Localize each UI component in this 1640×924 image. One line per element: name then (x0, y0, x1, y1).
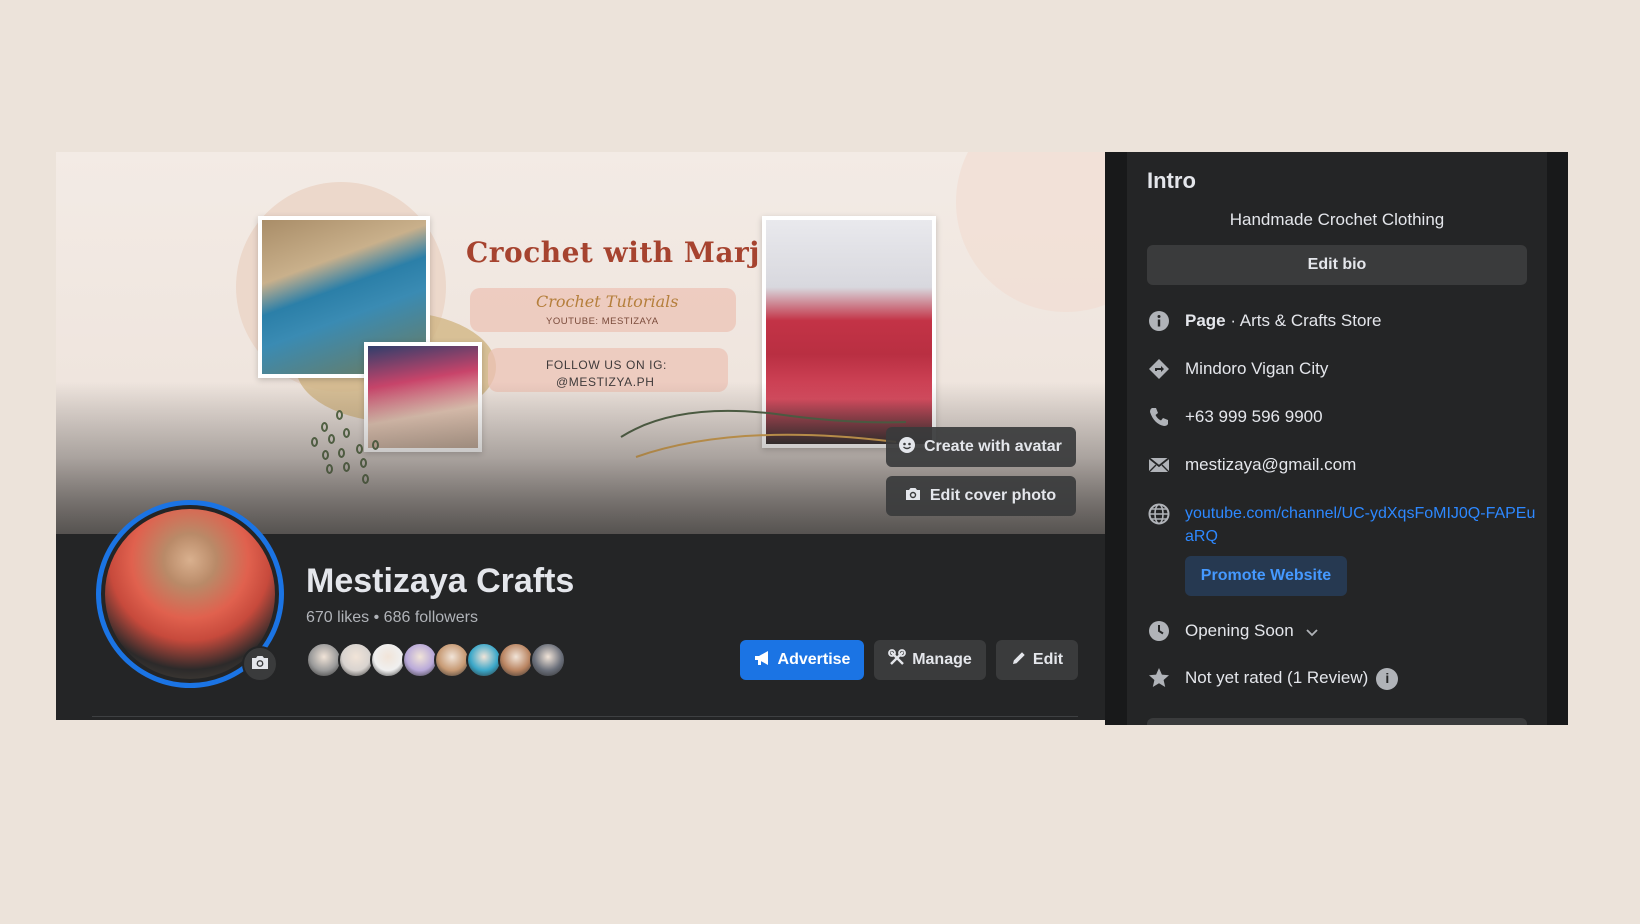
globe-icon (1147, 502, 1171, 526)
manage-button[interactable]: Manage (874, 640, 986, 680)
follower-avatar[interactable] (338, 642, 374, 678)
intro-panel: Intro Handmade Crochet Clothing Edit bio… (1105, 152, 1568, 725)
category-text: · Arts & Crafts Store (1225, 311, 1382, 330)
page-title: Mestizaya Crafts (306, 562, 575, 600)
follower-avatars[interactable] (306, 642, 566, 678)
likes-count[interactable]: 670 likes (306, 609, 369, 626)
clock-icon (1147, 619, 1171, 643)
intro-email-row: mestizaya@gmail.com (1147, 453, 1537, 477)
location-text[interactable]: Mindoro Vigan City (1185, 357, 1328, 380)
intro-card: Intro Handmade Crochet Clothing Edit bio… (1127, 152, 1547, 725)
intro-title: Intro (1147, 168, 1196, 193)
cover-ig-line: FOLLOW US ON IG: (546, 358, 667, 372)
edit-page-button[interactable]: Edit (996, 640, 1078, 680)
megaphone-icon (754, 650, 772, 671)
follower-avatar[interactable] (530, 642, 566, 678)
create-with-avatar-button[interactable]: Create with avatar (886, 427, 1076, 467)
info-icon (1147, 309, 1171, 333)
page-profile-header: Crochet with Marj Crochet Tutorials YOUT… (56, 152, 1105, 720)
camera-icon (250, 653, 270, 676)
category-prefix: Page (1185, 311, 1226, 330)
edit-label: Edit (1032, 651, 1064, 668)
tools-icon (888, 648, 907, 672)
hours-text: Opening Soon (1185, 621, 1294, 640)
cover-decoration (956, 152, 1105, 312)
avatar-icon (898, 436, 916, 459)
follower-avatar[interactable] (370, 642, 406, 678)
intro-hours-row[interactable]: Opening Soon (1147, 619, 1537, 643)
intro-bio: Handmade Crochet Clothing (1229, 210, 1445, 229)
promote-website-button[interactable]: Promote Website (1185, 556, 1347, 596)
manage-label: Manage (912, 651, 972, 668)
follower-avatar[interactable] (466, 642, 502, 678)
camera-icon (904, 486, 922, 507)
advertise-button[interactable]: Advertise (740, 640, 864, 680)
edit-bio-button[interactable]: Edit bio (1147, 245, 1527, 285)
advertise-label: Advertise (777, 651, 851, 668)
follower-avatar[interactable] (402, 642, 438, 678)
cover-subtitle: Crochet Tutorials (536, 292, 679, 311)
intro-rating-row: Not yet rated (1 Review) i (1147, 666, 1537, 690)
follower-avatar[interactable] (498, 642, 534, 678)
cover-title: Crochet with Marj (466, 236, 760, 269)
intro-category-row: Page · Arts & Crafts Store (1147, 309, 1537, 333)
page-stats: 670 likes • 686 followers (306, 609, 478, 627)
update-profile-picture-button[interactable] (242, 646, 278, 682)
rating-info-icon[interactable]: i (1376, 667, 1399, 690)
phone-icon (1147, 405, 1171, 429)
edit-cover-photo-button[interactable]: Edit cover photo (886, 476, 1076, 516)
star-icon (1147, 666, 1171, 690)
intro-next-section (1147, 718, 1527, 725)
phone-text[interactable]: +63 999 596 9900 (1185, 405, 1323, 428)
edit-cover-photo-label: Edit cover photo (929, 487, 1057, 504)
pencil-icon (1011, 650, 1027, 671)
intro-location-row: Mindoro Vigan City (1147, 357, 1537, 381)
followers-count[interactable]: 686 followers (384, 609, 478, 626)
directions-icon (1147, 357, 1171, 381)
rating-text: Not yet rated (1 Review) (1185, 668, 1369, 687)
intro-phone-row: +63 999 596 9900 (1147, 405, 1537, 429)
email-text[interactable]: mestizaya@gmail.com (1185, 453, 1356, 476)
follower-avatar[interactable] (306, 642, 342, 678)
website-link[interactable]: youtube.com/channel/UC-ydXqsFoMIJ0Q-FAPE… (1185, 502, 1537, 548)
divider (92, 716, 1078, 717)
chevron-down-icon (1306, 620, 1319, 643)
create-with-avatar-label: Create with avatar (924, 438, 1062, 455)
intro-website-row: youtube.com/channel/UC-ydXqsFoMIJ0Q-FAPE… (1147, 502, 1537, 548)
cover-photo[interactable]: Crochet with Marj Crochet Tutorials YOUT… (56, 152, 1105, 534)
cover-youtube-line: YOUTUBE: MESTIZAYA (546, 316, 659, 327)
follower-avatar[interactable] (434, 642, 470, 678)
mail-icon (1147, 453, 1171, 477)
stats-separator: • (373, 609, 380, 626)
